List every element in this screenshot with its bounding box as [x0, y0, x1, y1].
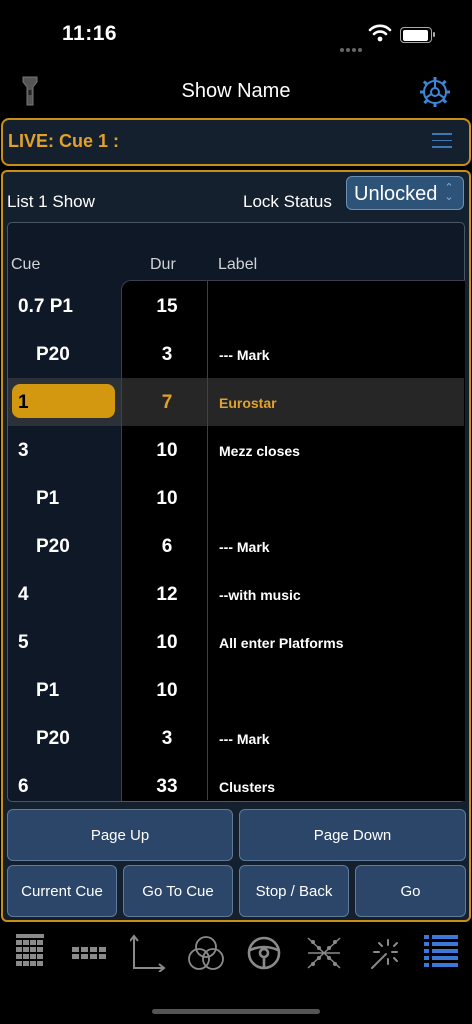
effects-wand-icon[interactable] [366, 934, 400, 972]
table-row[interactable]: P20 3 --- Mark [8, 330, 464, 378]
list-title: List 1 Show [7, 192, 95, 211]
page-title: Show Name [181, 80, 291, 102]
chevron-up-down-icon: ⌃ ⌄ [444, 182, 454, 203]
cue-label: Mezz closes [219, 443, 300, 459]
table-row[interactable]: 6 33 Clusters [8, 762, 464, 810]
cellular-signal-icon [340, 39, 364, 57]
cue-number: P20 [36, 728, 70, 749]
cue-label: --with music [219, 587, 301, 603]
cue-label: Eurostar [219, 395, 277, 411]
cue-number: P20 [36, 344, 70, 365]
cue-list-icon[interactable] [424, 934, 458, 970]
gear-icon[interactable] [419, 76, 451, 108]
status-time: 11:16 [62, 22, 118, 45]
table-row[interactable]: P1 10 [8, 666, 464, 714]
cue-number: P1 [36, 488, 60, 509]
crossfade-icon[interactable] [306, 934, 342, 972]
table-row[interactable]: P1 10 [8, 474, 464, 522]
cue-number: P1 [36, 680, 60, 701]
steering-wheel-icon[interactable] [246, 934, 282, 972]
column-header-dur: Dur [150, 256, 176, 273]
page-up-button[interactable]: Page Up [7, 809, 233, 861]
cue-number: 4 [18, 584, 29, 605]
battery-tip [433, 32, 435, 37]
wifi-icon [368, 24, 392, 42]
live-cue-label: LIVE: Cue 1 : [8, 131, 120, 151]
stop-back-button[interactable]: Stop / Back [239, 865, 349, 917]
cue-label: --- Mark [219, 731, 270, 747]
cue-number: 1 [18, 392, 29, 413]
channel-grid-icon[interactable] [16, 934, 44, 970]
table-row[interactable]: 5 10 All enter Platforms [8, 618, 464, 666]
cue-duration: 10 [156, 632, 178, 653]
home-indicator [152, 1009, 320, 1014]
cue-label: Clusters [219, 779, 276, 795]
color-mix-icon[interactable] [188, 934, 224, 972]
cue-duration: 6 [161, 536, 173, 557]
column-header-label: Label [218, 256, 258, 273]
cue-label: --- Mark [219, 539, 270, 555]
cue-duration: 10 [156, 488, 178, 509]
cue-duration: 10 [156, 440, 178, 461]
go-button[interactable]: Go [355, 865, 466, 917]
go-to-cue-button[interactable]: Go To Cue [123, 865, 233, 917]
cue-duration: 12 [156, 584, 178, 605]
fixture-grid-icon[interactable] [72, 934, 106, 970]
lock-status-label: Lock Status [243, 192, 332, 211]
cue-label: --- Mark [219, 347, 270, 363]
table-row[interactable]: P20 6 --- Mark [8, 522, 464, 570]
table-row[interactable]: P20 3 --- Mark [8, 714, 464, 762]
cue-number: 5 [18, 632, 29, 653]
page-down-button[interactable]: Page Down [239, 809, 466, 861]
table-row-selected[interactable]: 1 7 Eurostar [8, 378, 464, 426]
cue-label: All enter Platforms [219, 635, 344, 651]
table-row[interactable]: 4 12 --with music [8, 570, 464, 618]
cue-number: 0.7 P1 [18, 296, 73, 317]
cue-number: 6 [18, 776, 29, 797]
cue-duration: 15 [156, 296, 178, 317]
battery-level [403, 30, 428, 41]
menu-icon[interactable] [432, 133, 452, 153]
column-header-cue: Cue [11, 256, 41, 273]
cue-duration: 7 [161, 392, 173, 413]
tab-bar [0, 926, 472, 986]
table-row[interactable]: 3 10 Mezz closes [8, 426, 464, 474]
table-row[interactable]: 0.7 P1 15 [8, 282, 464, 330]
cue-duration: 3 [161, 728, 173, 749]
cue-number: P20 [36, 536, 70, 557]
axis-icon[interactable] [130, 934, 166, 972]
cue-duration: 3 [161, 344, 173, 365]
current-cue-button[interactable]: Current Cue [7, 865, 117, 917]
cue-duration: 10 [156, 680, 178, 701]
cue-duration: 33 [156, 776, 178, 797]
cue-number: 3 [18, 440, 29, 461]
